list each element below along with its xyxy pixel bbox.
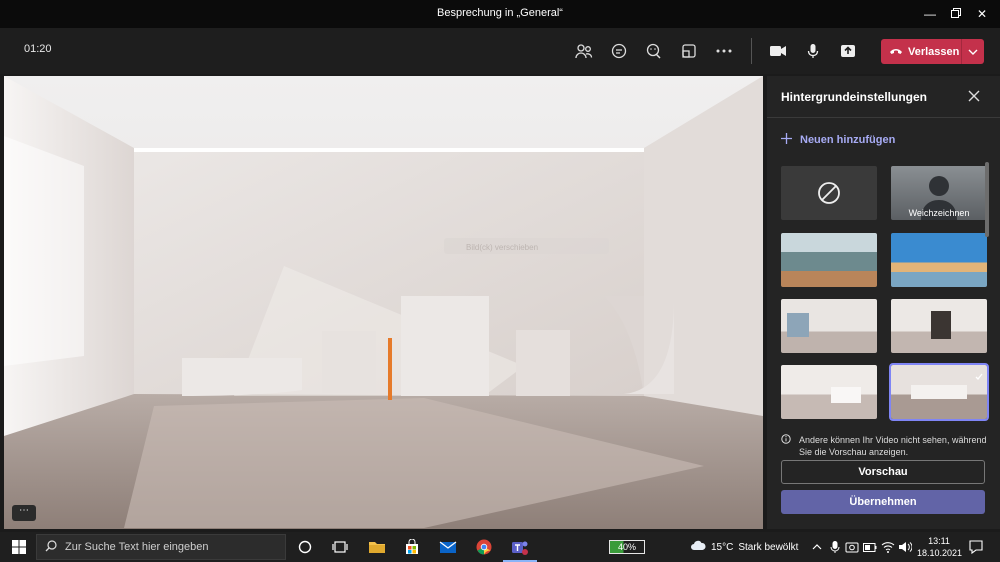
minimize-icon[interactable]: — (918, 4, 942, 24)
title-bar: Besprechung in „General“ — ✕ (0, 0, 1000, 28)
stage-more-button[interactable]: ⋯ (12, 505, 36, 521)
task-view-icon[interactable] (329, 536, 351, 558)
chat-icon[interactable] (607, 39, 631, 63)
leave-button[interactable]: Verlassen (881, 39, 984, 64)
checkmark-icon (975, 368, 983, 380)
close-window-icon[interactable]: ✕ (970, 4, 994, 24)
background-tile-loft[interactable] (781, 365, 877, 419)
preview-info: Andere können Ihr Video nicht sehen, wäh… (781, 434, 991, 458)
info-icon (781, 434, 791, 458)
background-tile-office[interactable] (781, 233, 877, 287)
wifi-icon[interactable] (881, 540, 895, 554)
clock-time: 13:11 (928, 536, 950, 546)
toolbar-divider (751, 38, 752, 64)
window-title: Besprechung in „General“ (437, 7, 563, 19)
camera-icon[interactable] (766, 39, 790, 63)
background-room-image (4, 76, 763, 529)
background-tile-room-2[interactable] (891, 299, 987, 353)
leave-options-chevron-down-icon[interactable] (961, 39, 984, 64)
microphone-icon[interactable] (801, 39, 825, 63)
taskbar-search[interactable]: Zur Suche Text hier eingeben (36, 534, 286, 560)
clock-date: 18.10.2021 (917, 548, 963, 558)
chevron-up-icon[interactable] (810, 540, 824, 554)
cortana-icon[interactable] (294, 536, 316, 558)
taskbar-clock[interactable]: 13:11 18.10.2021 (917, 535, 963, 559)
panel-divider (767, 117, 1000, 118)
add-new-label: Neuen hinzufügen (800, 134, 896, 146)
preview-button[interactable]: Vorschau (781, 460, 985, 484)
mail-icon[interactable] (437, 536, 459, 558)
restore-icon[interactable] (944, 4, 968, 24)
file-explorer-icon[interactable] (366, 536, 388, 558)
battery-indicator: 40% (609, 540, 645, 554)
leave-main[interactable]: Verlassen (881, 39, 961, 64)
add-new-button[interactable]: Neuen hinzufügen (781, 133, 895, 147)
microphone-tray-icon[interactable] (828, 540, 842, 554)
chrome-icon[interactable] (473, 536, 495, 558)
camera-tray-icon[interactable] (845, 540, 859, 554)
participants-icon[interactable] (572, 39, 596, 63)
background-none-tile[interactable] (781, 166, 877, 220)
close-icon[interactable] (966, 88, 982, 104)
meeting-toolbar: 01:20 Verlassen (0, 28, 1000, 74)
weather-temperature: 15°C (711, 541, 734, 553)
volume-icon[interactable] (898, 540, 912, 554)
weather-description: Stark bewölkt (738, 541, 799, 553)
notification-icon[interactable] (968, 539, 984, 555)
panel-scrollbar[interactable] (985, 162, 989, 237)
search-placeholder: Zur Suche Text hier eingeben (65, 541, 209, 553)
leave-label: Verlassen (908, 45, 960, 58)
search-icon (45, 539, 57, 555)
windows-start-icon[interactable] (8, 536, 30, 558)
blur-label: Weichzeichnen (908, 208, 970, 218)
background-tile-beach[interactable] (891, 233, 987, 287)
stage-hint: Bild(ck) verschieben (466, 243, 539, 252)
background-blur-tile[interactable]: Weichzeichnen (891, 166, 987, 220)
plus-icon (781, 133, 792, 147)
teams-icon[interactable] (503, 536, 537, 562)
background-tile-room-1[interactable] (781, 299, 877, 353)
rooms-icon[interactable] (677, 39, 701, 63)
background-settings-panel: Hintergrundeinstellungen Neuen hinzufüge… (767, 76, 1000, 529)
battery-tray-icon[interactable] (863, 540, 877, 554)
hang-up-icon (889, 46, 903, 58)
video-stage: Bild(ck) verschieben ⋯ (4, 76, 763, 529)
no-background-icon (818, 182, 840, 204)
share-screen-icon[interactable] (836, 39, 860, 63)
more-options-icon[interactable] (712, 39, 736, 63)
meeting-timer: 01:20 (24, 43, 52, 55)
reactions-icon[interactable] (642, 39, 666, 63)
apply-button[interactable]: Übernehmen (781, 490, 985, 514)
info-text: Andere können Ihr Video nicht sehen, wäh… (799, 435, 987, 457)
background-tile-studio-selected[interactable] (889, 363, 989, 421)
taskbar: Zur Suche Text hier eingeben 40% 15°C St… (0, 532, 1000, 562)
panel-title: Hintergrundeinstellungen (781, 90, 928, 104)
cloud-icon (690, 540, 706, 554)
weather-widget[interactable]: 15°C Stark bewölkt (690, 540, 798, 554)
store-icon[interactable] (401, 536, 423, 558)
